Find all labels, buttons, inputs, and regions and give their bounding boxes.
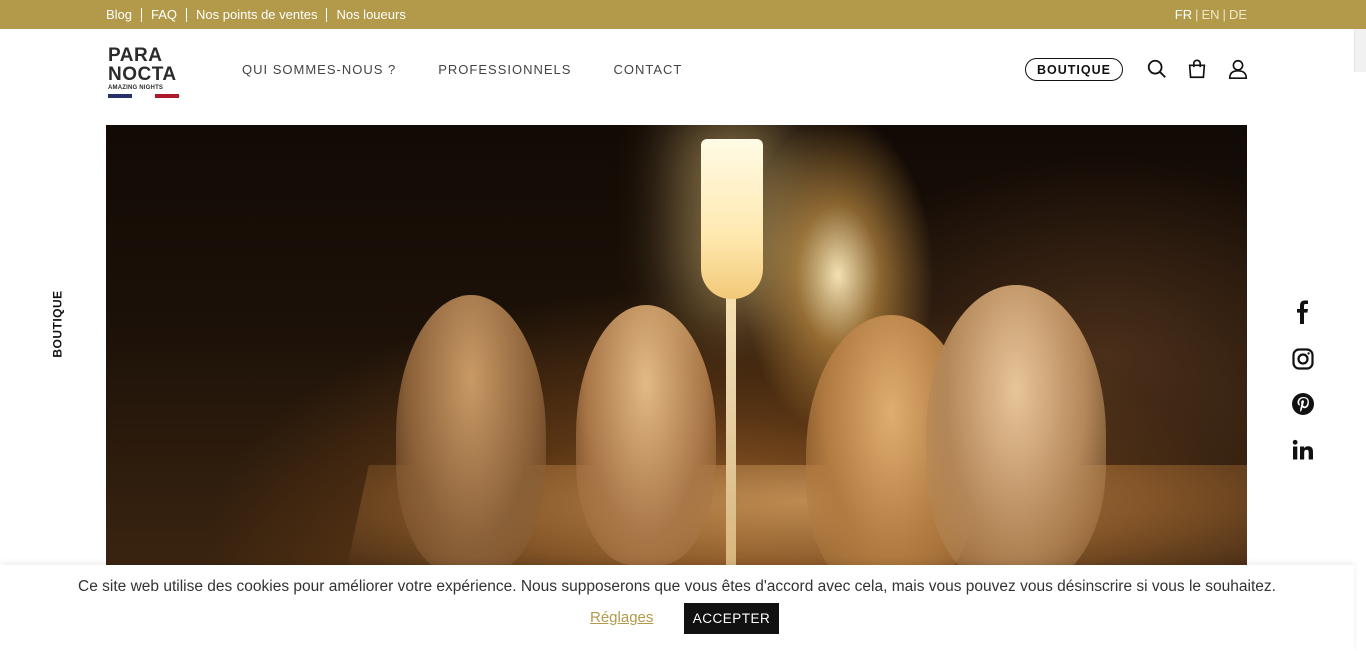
scrollbar[interactable] (1354, 29, 1366, 72)
language-switcher: FR | EN | DE (1175, 0, 1247, 29)
top-links: Blog FAQ Nos points de ventes Nos loueur… (106, 0, 406, 29)
logo-tagline: AMAZING NIGHTS (108, 85, 164, 91)
nav-item-qui-sommes-nous[interactable]: QUI SOMMES-NOUS ? (242, 62, 396, 77)
divider: | (1222, 7, 1226, 22)
nav-item-professionnels[interactable]: PROFESSIONNELS (438, 62, 571, 77)
divider (186, 7, 188, 22)
nav-item-contact[interactable]: CONTACT (613, 62, 682, 77)
top-link-blog[interactable]: Blog (106, 7, 132, 22)
divider (326, 7, 328, 22)
lamp-light (701, 139, 763, 299)
linkedin-icon[interactable] (1290, 437, 1316, 463)
hero-image (106, 125, 1247, 565)
facebook-icon[interactable] (1290, 299, 1316, 325)
top-link-faq[interactable]: FAQ (151, 7, 177, 22)
top-link-loueurs[interactable]: Nos loueurs (336, 7, 405, 22)
boutique-button[interactable]: BOUTIQUE (1025, 58, 1123, 81)
top-bar: Blog FAQ Nos points de ventes Nos loueur… (0, 0, 1366, 29)
lang-en[interactable]: EN (1201, 7, 1219, 22)
logo-line-2: NOCTA (108, 64, 177, 85)
cookie-settings-link[interactable]: Réglages (590, 609, 653, 626)
cookie-message: Ce site web utilise des cookies pour amé… (78, 578, 1276, 595)
cookie-accept-button[interactable]: ACCEPTER (684, 603, 779, 634)
french-flag-stripe (108, 94, 180, 98)
instagram-icon[interactable] (1290, 346, 1316, 372)
person-figure (576, 305, 716, 565)
main-nav: QUI SOMMES-NOUS ? PROFESSIONNELS CONTACT (242, 29, 682, 109)
pinterest-icon[interactable] (1290, 391, 1316, 417)
top-link-points-de-vente[interactable]: Nos points de ventes (196, 7, 317, 22)
lamp-pole (726, 295, 736, 565)
divider: | (1195, 7, 1199, 22)
cookie-banner: Ce site web utilise des cookies pour amé… (0, 565, 1354, 651)
search-icon[interactable] (1146, 58, 1168, 80)
shopping-bag-icon[interactable] (1186, 58, 1208, 80)
logo-line-1: PARA (108, 45, 163, 66)
site-header: PARA NOCTA AMAZING NIGHTS QUI SOMMES-NOU… (0, 29, 1366, 125)
user-icon[interactable] (1227, 58, 1249, 80)
divider (141, 7, 143, 22)
lang-de[interactable]: DE (1229, 7, 1247, 22)
lang-fr[interactable]: FR (1175, 7, 1192, 22)
side-boutique-link[interactable]: BOUTIQUE (36, 290, 80, 358)
site-logo[interactable]: PARA NOCTA AMAZING NIGHTS (108, 46, 180, 98)
side-boutique-label: BOUTIQUE (51, 290, 65, 358)
person-figure (396, 295, 546, 565)
person-figure (926, 285, 1106, 565)
